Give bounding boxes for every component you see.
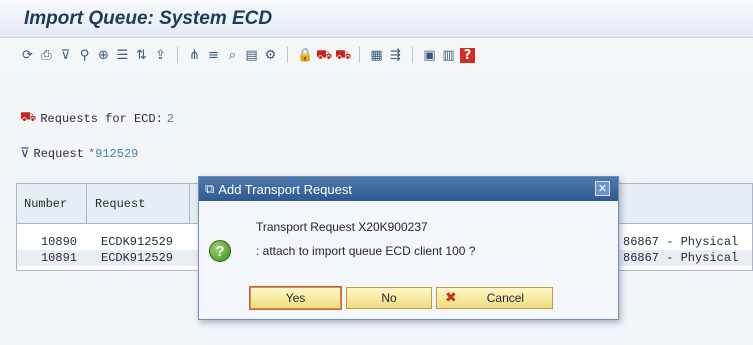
dialog-title-bar[interactable]: ⧉ Add Transport Request ✕ [199, 177, 618, 201]
row-number: 10890 [40, 235, 77, 249]
row-description: 86867 - Physical [623, 235, 739, 249]
filter-icon[interactable]: ⊽ [20, 146, 30, 161]
requests-count: 2 [166, 111, 174, 126]
yes-button-label: Yes [285, 291, 306, 305]
row-request: ECDK912529 [101, 235, 174, 249]
list-icon[interactable]: ≡ [206, 48, 221, 63]
row-request: ECDK912529 [101, 251, 174, 265]
print-icon[interactable]: ⎙ [39, 48, 54, 63]
sort-icon[interactable]: ⇅ [134, 48, 149, 63]
cancel-x-icon: ✖ [445, 290, 457, 306]
transport-icon[interactable]: ⇶ [388, 48, 403, 63]
table-icon[interactable]: ▦ [369, 48, 384, 63]
dialog-window-icon: ⧉ [205, 181, 215, 197]
refresh-icon[interactable]: ⟳ [20, 48, 35, 63]
page-title: Import Queue: System ECD [24, 8, 273, 29]
application-toolbar: ⟳ ⎙ ⊽ ⚲ ⊕ ☰ ⇅ ⇪ ⋔ ≡ ⌕ ▤ ⚙ 🔒 ⛟ ⛟ ▦ ⇶ ▣ ▥? [0, 38, 753, 72]
document-icon[interactable]: ▤ [244, 48, 259, 63]
tree-icon[interactable]: ⋔ [187, 48, 202, 63]
settings-icon[interactable]: ⚙ [263, 48, 278, 63]
toolbar-separator [177, 47, 178, 63]
row-number: 10891 [40, 251, 77, 265]
dialog-message-line-2: : attach to import queue ECD client 100 … [256, 244, 476, 258]
column-header-number[interactable]: Number [17, 184, 87, 223]
truck-icon: ⛟ [20, 110, 37, 125]
find-icon[interactable]: ⚲ [77, 48, 92, 63]
close-icon[interactable]: ✕ [595, 181, 610, 196]
grid-icon[interactable]: ▥ [441, 48, 456, 63]
help-icon[interactable]: ? [460, 47, 475, 63]
column-header-request[interactable]: Request [87, 184, 190, 223]
dialog-message-line-1: Transport Request X20K900237 [256, 220, 428, 234]
cancel-button-label: Cancel [486, 291, 525, 305]
toolbar-separator [359, 47, 360, 63]
question-icon: ? [209, 240, 231, 262]
requests-count-line: ⛟ Requests for ECD: 2 [20, 110, 174, 127]
cancel-button[interactable]: ✖ Cancel [436, 287, 553, 309]
filter-label: Request [33, 146, 84, 161]
title-bar: Import Queue: System ECD [0, 0, 753, 38]
no-button[interactable]: No [346, 287, 432, 309]
requests-label: Requests for ECD: [40, 111, 163, 126]
zoom-icon[interactable]: ⊕ [96, 48, 111, 63]
dialog-title: Add Transport Request [218, 181, 352, 197]
truck-import-icon[interactable]: ⛟ [316, 48, 332, 63]
filter-line: ⊽ Request *912529 [20, 146, 138, 161]
lock-icon[interactable]: 🔒 [297, 48, 313, 63]
toolbar-separator [287, 47, 288, 63]
upload-icon[interactable]: ⇪ [153, 48, 168, 63]
no-button-label: No [381, 291, 397, 305]
filter-value: *912529 [87, 146, 139, 161]
layout-icon[interactable]: ▣ [422, 48, 437, 63]
details-icon[interactable]: ☰ [115, 48, 130, 63]
truck-export-icon[interactable]: ⛟ [335, 48, 351, 63]
yes-button[interactable]: Yes [249, 286, 342, 310]
toolbar-separator [412, 47, 413, 63]
row-description: 86867 - Physical [623, 251, 739, 265]
add-transport-dialog: ⧉ Add Transport Request ✕ ? Transport Re… [198, 176, 619, 320]
search-icon[interactable]: ⌕ [225, 48, 240, 63]
filter-icon[interactable]: ⊽ [58, 48, 73, 63]
